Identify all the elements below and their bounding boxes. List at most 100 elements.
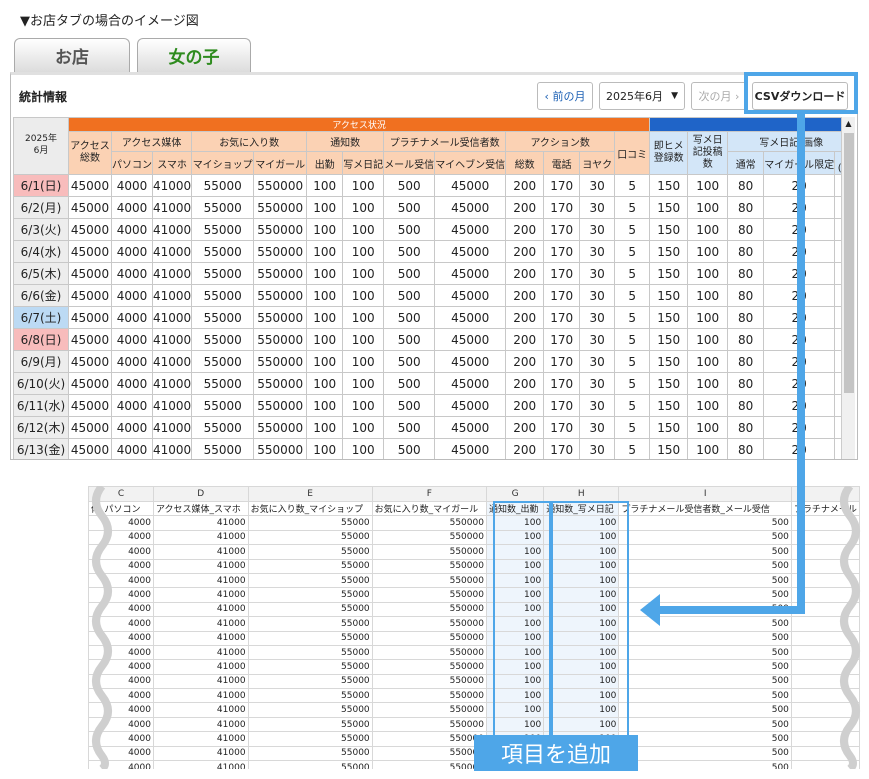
sheet-cell[interactable]: 41000 [152,745,249,762]
sheet-cell[interactable]: 41000 [152,702,249,718]
sheet-cell[interactable]: 100 [543,644,620,661]
header-cell[interactable]: プラチナメール受信者数_メール受信 [618,500,792,517]
sheet-cell[interactable]: 41000 [152,572,249,589]
sheet-cell[interactable]: 100 [485,601,545,618]
sheet-cell[interactable]: 100 [543,716,620,733]
scrollbar-thumb[interactable] [844,133,854,393]
sheet-cell[interactable]: 55000 [247,558,373,574]
sheet-cell[interactable]: 500 [618,572,792,589]
sheet-cell[interactable]: 55000 [247,587,373,603]
sheet-cell[interactable]: 100 [543,587,620,603]
sheet-cell[interactable]: 100 [543,515,620,531]
sheet-cell[interactable]: 100 [543,558,620,574]
sheet-cell[interactable]: 55000 [247,716,373,733]
sheet-cell[interactable]: 55000 [247,616,373,632]
sheet-cell[interactable]: 550000 [371,644,487,661]
tab-girl[interactable]: 女の子 [137,38,251,72]
sheet-cell[interactable]: 100 [543,572,620,589]
sheet-cell[interactable]: 550000 [371,544,487,560]
sheet-cell[interactable]: 100 [543,529,620,546]
sheet-cell[interactable]: 500 [618,630,792,646]
header-cell[interactable]: 通知数_写メ日記 [543,500,620,517]
sheet-cell[interactable]: 550000 [371,587,487,603]
sheet-cell[interactable]: 55000 [247,688,373,704]
sheet-cell[interactable]: 55000 [247,529,373,546]
sheet-cell[interactable]: 55000 [247,702,373,718]
sheet-cell[interactable]: 55000 [247,673,373,690]
sheet-cell[interactable]: 550000 [371,702,487,718]
sheet-cell[interactable]: 100 [485,644,545,661]
sheet-cell[interactable]: 100 [485,702,545,718]
sheet-cell[interactable]: 55000 [247,659,373,675]
sheet-cell[interactable]: 550000 [371,659,487,675]
prev-month-button[interactable]: ‹ 前の月 [537,82,593,110]
header-cell[interactable]: お気に入り数_マイガール [371,500,487,517]
sheet-cell[interactable]: 550000 [371,688,487,704]
sheet-cell[interactable]: 500 [618,659,792,675]
sheet-cell[interactable]: 41000 [152,644,249,661]
sheet-cell[interactable]: 550000 [371,616,487,632]
sheet-cell[interactable]: 500 [618,673,792,690]
sheet-cell[interactable]: 41000 [152,558,249,574]
sheet-cell[interactable]: 55000 [247,644,373,661]
vertical-scrollbar[interactable]: ▲ [841,117,855,459]
sheet-cell[interactable]: 100 [485,630,545,646]
sheet-cell[interactable]: 100 [485,544,545,560]
sheet-cell[interactable]: 41000 [152,529,249,546]
sheet-cell[interactable]: 41000 [152,587,249,603]
sheet-cell[interactable]: 100 [543,616,620,632]
scroll-up-icon[interactable]: ▲ [842,117,855,131]
sheet-cell[interactable]: 500 [618,702,792,718]
sheet-cell[interactable]: 100 [543,659,620,675]
sheet-cell[interactable]: 41000 [152,673,249,690]
sheet-cell[interactable]: 500 [618,558,792,574]
column-letter[interactable]: G [485,486,545,502]
sheet-cell[interactable]: 41000 [152,544,249,560]
sheet-cell[interactable]: 550000 [371,529,487,546]
sheet-cell[interactable]: 41000 [152,760,249,769]
sheet-cell[interactable]: 100 [485,659,545,675]
sheet-cell[interactable]: 500 [618,688,792,704]
sheet-cell[interactable]: 100 [485,587,545,603]
sheet-cell[interactable]: 100 [543,630,620,646]
sheet-cell[interactable]: 100 [485,688,545,704]
sheet-cell[interactable]: 41000 [152,515,249,531]
sheet-cell[interactable]: 55000 [247,544,373,560]
sheet-cell[interactable]: 500 [618,515,792,531]
sheet-cell[interactable]: 500 [618,529,792,546]
sheet-cell[interactable]: 55000 [247,760,373,769]
sheet-cell[interactable]: 500 [618,544,792,560]
sheet-cell[interactable]: 100 [543,702,620,718]
column-letter[interactable]: H [543,486,620,502]
sheet-cell[interactable]: 500 [618,760,792,769]
sheet-cell[interactable]: 550000 [371,731,487,747]
sheet-cell[interactable]: 550000 [371,558,487,574]
sheet-cell[interactable]: 550000 [371,572,487,589]
sheet-cell[interactable]: 41000 [152,716,249,733]
sheet-cell[interactable]: 100 [485,716,545,733]
sheet-cell[interactable]: 550000 [371,673,487,690]
sheet-cell[interactable]: 55000 [247,515,373,531]
header-cell[interactable]: お気に入り数_マイショップ [247,500,373,517]
sheet-cell[interactable]: 41000 [152,731,249,747]
sheet-cell[interactable]: 100 [485,572,545,589]
sheet-cell[interactable]: 100 [485,616,545,632]
sheet-cell[interactable]: 550000 [371,630,487,646]
sheet-cell[interactable]: 550000 [371,760,487,769]
next-month-button[interactable]: 次の月 › [691,82,747,110]
sheet-cell[interactable]: 100 [485,529,545,546]
sheet-cell[interactable]: 500 [618,644,792,661]
column-letter[interactable]: F [371,486,487,502]
sheet-cell[interactable]: 41000 [152,659,249,675]
sheet-cell[interactable]: 41000 [152,630,249,646]
month-select[interactable]: 2025年6月 ▼ [599,82,685,110]
sheet-cell[interactable]: 55000 [247,601,373,618]
header-cell[interactable]: アクセス媒体_スマホ [152,500,249,517]
sheet-cell[interactable]: 550000 [371,515,487,531]
sheet-cell[interactable]: 100 [543,601,620,618]
sheet-cell[interactable]: 100 [543,544,620,560]
sheet-cell[interactable]: 100 [543,688,620,704]
header-cell[interactable]: 通知数_出勤 [485,500,545,517]
sheet-cell[interactable]: 41000 [152,688,249,704]
sheet-cell[interactable]: 500 [618,745,792,762]
